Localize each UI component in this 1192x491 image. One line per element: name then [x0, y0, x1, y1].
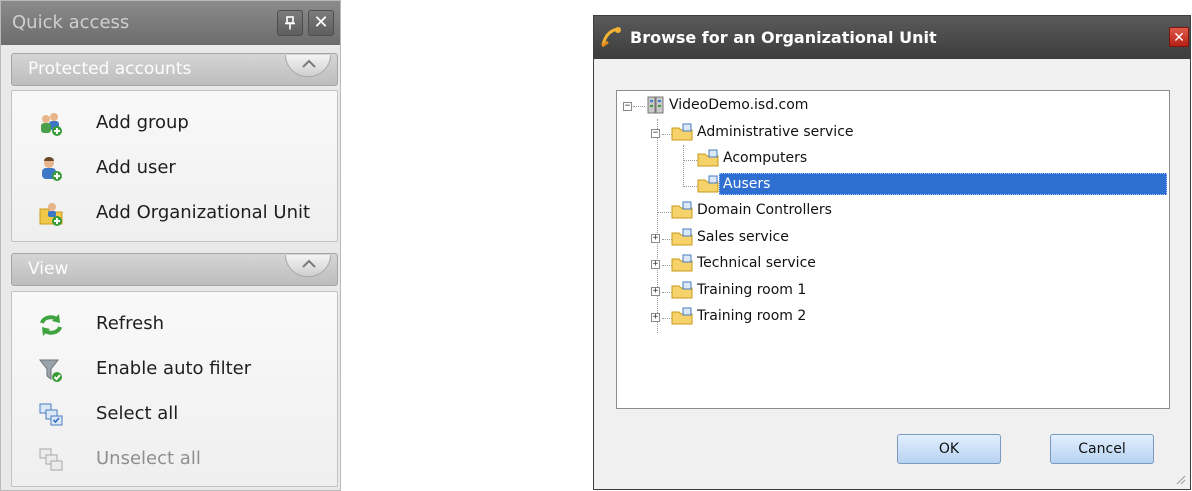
- close-icon: ✕: [313, 12, 329, 33]
- section-body-view: Refresh Enable auto filter Select all Un…: [11, 291, 338, 487]
- tree-node-root[interactable]: − VideoDemo.isd.com: [623, 95, 923, 117]
- ou-tree[interactable]: − VideoDemo.isd.com − Administrative ser…: [616, 90, 1170, 409]
- collapse-toggle[interactable]: [285, 55, 331, 77]
- tree-node-label: Ausers: [723, 176, 771, 192]
- tree-node-label: Domain Controllers: [697, 202, 832, 218]
- item-label: Enable auto filter: [96, 358, 252, 379]
- expand-icon[interactable]: +: [651, 313, 660, 322]
- close-icon: ✕: [1173, 30, 1185, 46]
- expand-icon[interactable]: +: [651, 260, 660, 269]
- tree-connector: [683, 145, 684, 187]
- ou-folder-icon: [697, 149, 719, 167]
- tree-node-label: Acomputers: [723, 150, 808, 166]
- section-header-protected-accounts[interactable]: Protected accounts: [11, 53, 338, 86]
- refresh-item[interactable]: Refresh: [12, 302, 337, 346]
- tree-node-selected[interactable]: Ausers: [697, 174, 997, 196]
- tree-node-label: Sales service: [697, 229, 789, 245]
- app-logo-icon: [601, 27, 621, 48]
- tree-node[interactable]: + Sales service: [651, 227, 951, 249]
- ou-folder-icon: [671, 307, 693, 325]
- tree-node-label: Training room 2: [697, 308, 807, 324]
- section-title: View: [28, 259, 69, 279]
- add-group-icon: [41, 113, 62, 136]
- item-label: Unselect all: [96, 448, 201, 469]
- add-ou-icon: [39, 203, 63, 226]
- collapse-toggle[interactable]: [285, 255, 331, 277]
- item-label: Refresh: [96, 313, 164, 334]
- browse-ou-dialog: Browse for an Organizational Unit ✕ − Vi…: [593, 15, 1191, 490]
- item-label: Add Organizational Unit: [96, 202, 311, 223]
- collapse-icon[interactable]: −: [623, 102, 632, 111]
- chevron-up-icon: [302, 259, 316, 268]
- tree-connector: [683, 160, 697, 161]
- unselect-all-item[interactable]: Unselect all: [12, 437, 337, 481]
- ou-folder-icon: [671, 254, 693, 272]
- dialog-title: Browse for an Organizational Unit: [630, 28, 937, 47]
- dialog-title-bar[interactable]: Browse for an Organizational Unit ✕: [594, 16, 1190, 59]
- tree-node[interactable]: + Technical service: [651, 253, 951, 275]
- unselect-all-icon: [39, 448, 63, 471]
- ou-folder-icon: [671, 228, 693, 246]
- add-user-item[interactable]: Add user: [12, 146, 337, 190]
- refresh-icon: [40, 314, 62, 336]
- ou-folder-icon: [671, 281, 693, 299]
- tree-node[interactable]: Acomputers: [697, 148, 997, 170]
- dialog-close-button[interactable]: ✕: [1169, 27, 1189, 47]
- collapse-icon[interactable]: −: [651, 129, 660, 138]
- quick-access-header: Quick access ✕: [1, 1, 340, 45]
- item-label: Add user: [96, 157, 176, 178]
- pin-icon: [285, 16, 295, 30]
- add-user-icon: [42, 157, 62, 181]
- ou-folder-icon: [671, 123, 693, 141]
- quick-access-title: Quick access: [12, 12, 130, 33]
- tree-node[interactable]: Domain Controllers: [671, 200, 971, 222]
- tree-node[interactable]: + Training room 1: [651, 280, 951, 302]
- domain-icon: [647, 96, 664, 114]
- enable-auto-filter-item[interactable]: Enable auto filter: [12, 347, 337, 391]
- filter-icon: [38, 359, 62, 382]
- expand-icon[interactable]: +: [651, 234, 660, 243]
- tree-connector: [657, 212, 671, 213]
- tree-node-label: VideoDemo.isd.com: [669, 97, 809, 113]
- cancel-button[interactable]: Cancel: [1050, 434, 1154, 464]
- add-group-item[interactable]: Add group: [12, 101, 337, 145]
- ok-button[interactable]: OK: [897, 434, 1001, 464]
- select-all-item[interactable]: Select all: [12, 392, 337, 436]
- expand-icon[interactable]: +: [651, 287, 660, 296]
- tree-node-label: Training room 1: [697, 282, 807, 298]
- tree-node-label: Administrative service: [697, 124, 854, 140]
- ou-folder-icon: [671, 201, 693, 219]
- section-body-protected-accounts: Add group Add user Add Organizational Un…: [11, 90, 338, 242]
- pin-button[interactable]: [277, 10, 303, 36]
- add-ou-item[interactable]: Add Organizational Unit: [12, 191, 337, 235]
- quick-access-panel: Quick access ✕ Protected accounts Add gr…: [0, 0, 341, 491]
- section-title: Protected accounts: [28, 59, 192, 79]
- ou-folder-icon: [697, 175, 719, 193]
- tree-connector: [683, 186, 697, 187]
- tree-node-label: Technical service: [697, 255, 816, 271]
- item-label: Add group: [96, 112, 189, 133]
- chevron-up-icon: [302, 59, 316, 68]
- close-panel-button[interactable]: ✕: [308, 10, 334, 36]
- tree-node[interactable]: − Administrative service: [651, 122, 951, 144]
- section-header-view[interactable]: View: [11, 253, 338, 286]
- tree-node[interactable]: + Training room 2: [651, 306, 951, 328]
- item-label: Select all: [96, 403, 179, 424]
- select-all-icon: [39, 403, 63, 426]
- resize-grip-icon[interactable]: [1174, 473, 1186, 485]
